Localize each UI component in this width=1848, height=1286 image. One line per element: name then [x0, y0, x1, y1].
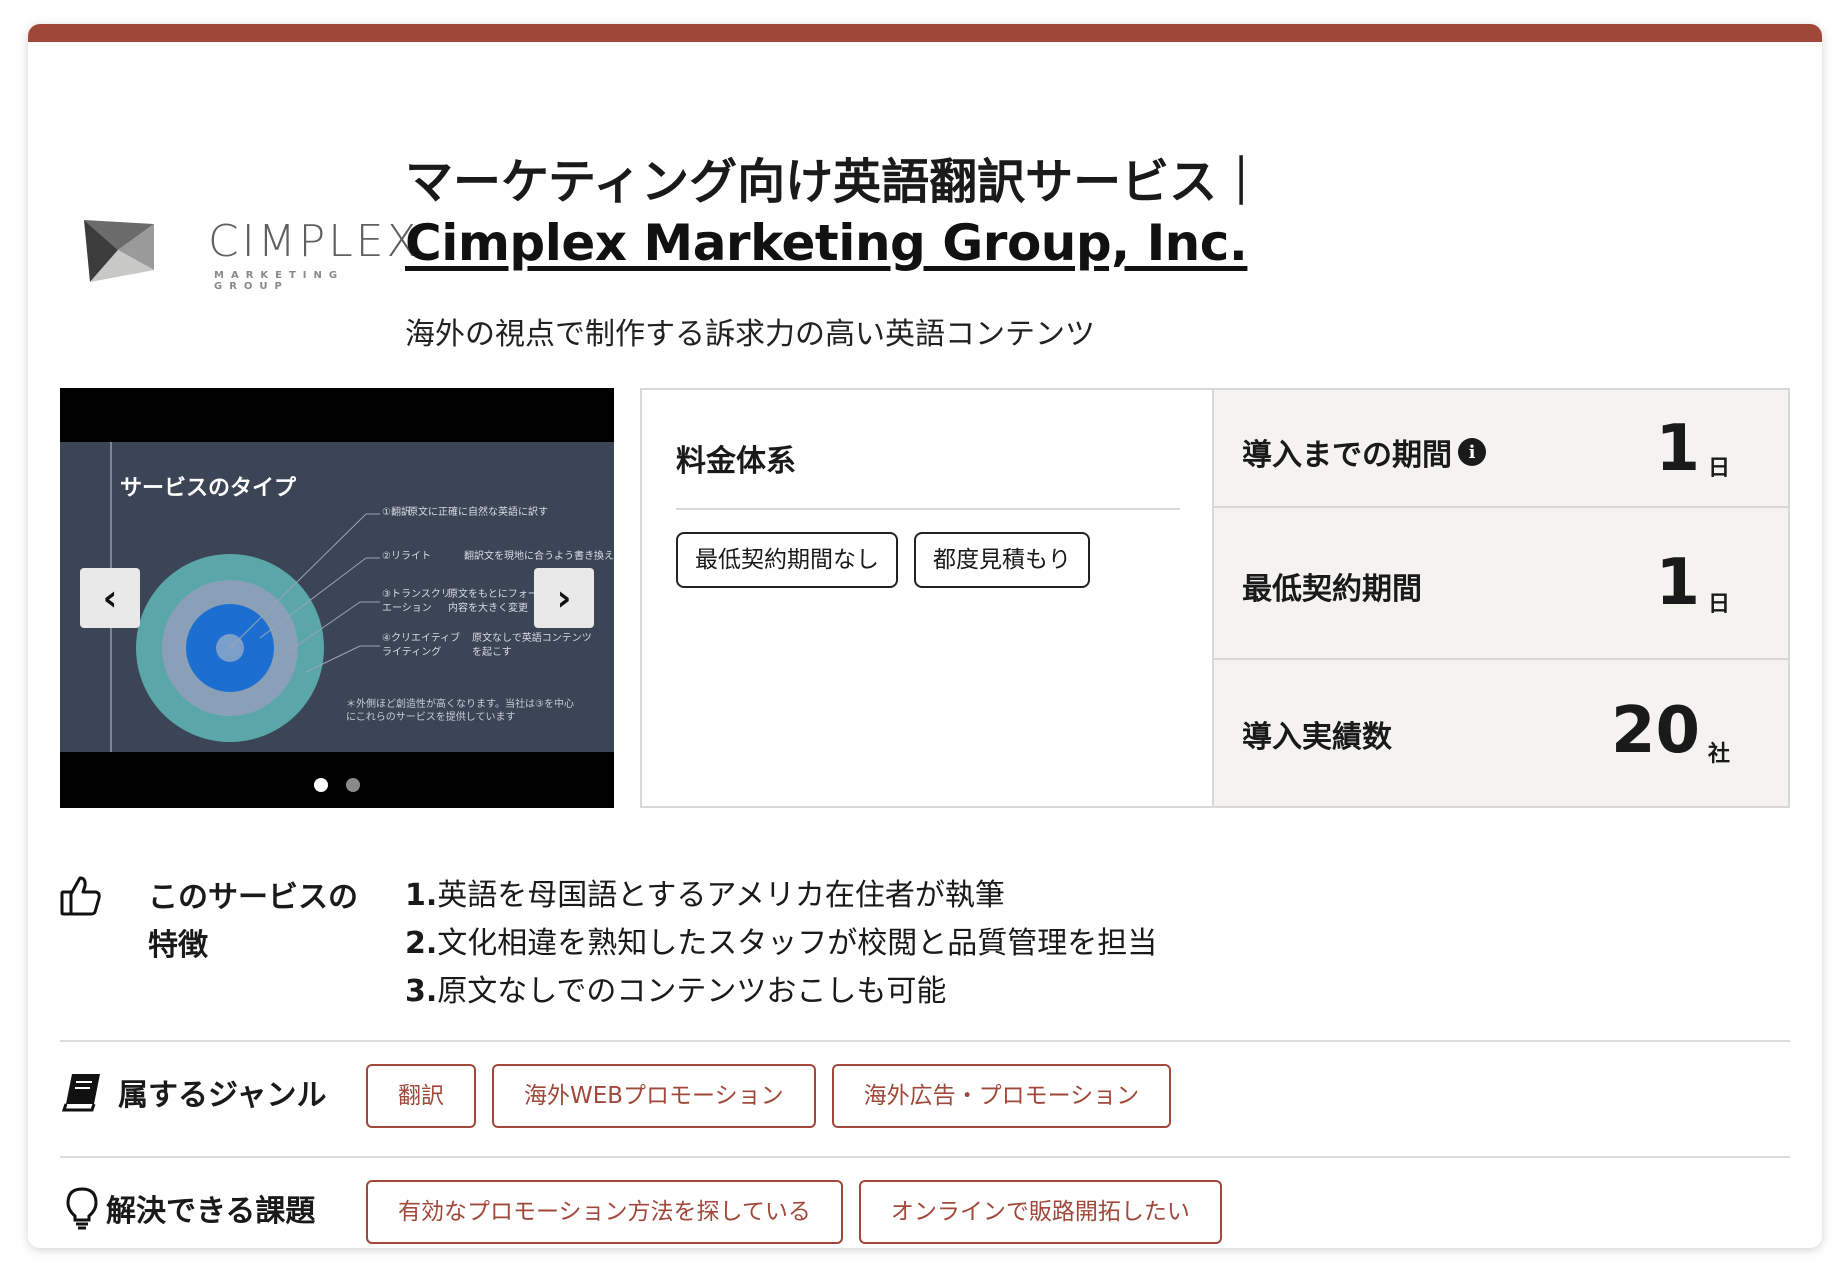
stat-label: 導入までの期間	[1242, 438, 1452, 473]
genres-label: 属するジャンル	[118, 1078, 327, 1113]
slide-item-name: ③トランスクリ エーション	[382, 589, 451, 614]
slider-dot-1[interactable]	[314, 778, 328, 792]
stat-min-contract: 最低契約期間 1 日	[1214, 508, 1788, 660]
stat-label: 導入実績数	[1242, 720, 1392, 755]
slider-pagination	[314, 778, 360, 792]
list-item: 2.文化相違を熟知したスタッフが校閲と品質管理を担当	[405, 920, 1157, 968]
stat-lead-time: 導入までの期間 i 1 日	[1214, 390, 1788, 508]
list-item: 3.原文なしでのコンテンツおこしも可能	[405, 968, 1157, 1016]
features-list: 1.英語を母国語とするアメリカ在住者が執筆 2.文化相違を熟知したスタッフが校閲…	[405, 872, 1157, 1016]
pricing-tag: 都度見積もり	[914, 532, 1090, 588]
stat-unit: 日	[1707, 592, 1730, 617]
feature-text: 文化相違を熟知したスタッフが校閲と品質管理を担当	[437, 926, 1158, 961]
genre-tag[interactable]: 海外WEBプロモーション	[492, 1064, 816, 1128]
features-label-line: 特徴	[148, 928, 208, 963]
service-subtitle: 海外の視点で制作する訴求力の高い英語コンテンツ	[405, 317, 1095, 352]
company-logo[interactable]: CIMPLEX MARKETING GROUP	[80, 194, 417, 294]
chevron-right-icon: ›	[556, 577, 572, 619]
pricing-tag: 最低契約期間なし	[676, 532, 898, 588]
features-label: このサービスの 特徴	[118, 874, 358, 970]
feature-number: 1.	[405, 878, 438, 913]
slide-item-desc: 翻訳文を現地に合うよう書き換える	[464, 551, 614, 562]
slide-image: サービスのタイプ ①翻訳 原文に正確に自然な英語に訳す ②リライト 翻訳文を現地…	[60, 442, 614, 752]
slider-prev-button[interactable]: ‹	[80, 568, 140, 628]
feature-number: 2.	[405, 926, 438, 961]
stat-value: 1	[1655, 412, 1700, 486]
pricing-stats-panel: 料金体系 最低契約期間なし 都度見積もり 導入までの期間 i 1 日 最低契約期…	[640, 388, 1790, 808]
book-icon	[61, 1074, 100, 1112]
stat-label: 最低契約期間	[1242, 572, 1422, 607]
slide-item-desc: 原文なしで英語コンテンツ を起こす	[472, 633, 592, 658]
stat-unit: 日	[1707, 456, 1730, 481]
stat-label-wrap: 導入までの期間 i	[1242, 430, 1486, 474]
stat-value: 1	[1655, 546, 1700, 620]
features-label-line: このサービスの	[148, 880, 358, 915]
slide-item-name: ④クリエイティブ ライティング	[382, 633, 461, 658]
logo-text: CIMPLEX	[208, 216, 420, 267]
service-title: マーケティング向け英語翻訳サービス｜	[405, 154, 1266, 210]
pricing-divider	[676, 508, 1180, 510]
pricing-section: 料金体系 最低契約期間なし 都度見積もり	[642, 390, 1214, 806]
genre-tag[interactable]: 翻訳	[366, 1064, 476, 1128]
slide-item-desc: 原文に正確に自然な英語に訳す	[408, 507, 548, 518]
genre-tags: 翻訳 海外WEBプロモーション 海外広告・プロモーション	[366, 1064, 1172, 1128]
feature-text: 原文なしでのコンテンツおこしも可能	[437, 974, 947, 1009]
list-item: 1.英語を母国語とするアメリカ在住者が執筆	[405, 872, 1157, 920]
genre-tag[interactable]: 海外広告・プロモーション	[831, 1064, 1172, 1128]
pricing-tags: 最低契約期間なし 都度見積もり	[676, 532, 1090, 588]
logo-mark-icon	[84, 220, 154, 282]
card-accent-bar	[28, 24, 1822, 42]
stat-unit: 社	[1707, 742, 1730, 767]
company-link[interactable]: Cimplex Marketing Group, Inc.	[405, 214, 1248, 272]
pricing-title: 料金体系	[676, 444, 796, 479]
slider-dot-2[interactable]	[346, 778, 360, 792]
service-card: CIMPLEX MARKETING GROUP マーケティング向け英語翻訳サービ…	[28, 24, 1822, 1248]
stat-clients: 導入実績数 20 社	[1214, 660, 1788, 806]
issue-tags: 有効なプロモーション方法を探している オンラインで販路開拓したい	[366, 1180, 1222, 1244]
issues-label: 解決できる課題	[106, 1194, 316, 1229]
issue-tag[interactable]: 有効なプロモーション方法を探している	[366, 1180, 843, 1244]
issue-tag[interactable]: オンラインで販路開拓したい	[858, 1180, 1222, 1244]
logo-subtext: MARKETING GROUP	[214, 270, 345, 292]
feature-number: 3.	[405, 974, 438, 1009]
slide-item-name: ①翻訳	[382, 507, 411, 518]
stat-value: 20	[1610, 694, 1700, 768]
image-slider[interactable]: サービスのタイプ ①翻訳 原文に正確に自然な英語に訳す ②リライト 翻訳文を現地…	[60, 388, 614, 808]
thumbs-up-icon	[60, 876, 101, 916]
info-icon[interactable]: i	[1458, 438, 1486, 466]
feature-text: 英語を母国語とするアメリカ在住者が執筆	[437, 878, 1005, 913]
slider-next-button[interactable]: ›	[534, 568, 594, 628]
chevron-left-icon: ‹	[102, 577, 118, 619]
section-divider	[60, 1156, 1790, 1158]
lightbulb-icon	[66, 1187, 98, 1230]
section-divider	[60, 1040, 1790, 1042]
slide-item-name: ②リライト	[382, 551, 431, 562]
slide-note: ＊外側ほど創造性が高くなります。当社は③を中心 にこれらのサービスを提供していま…	[346, 699, 574, 723]
